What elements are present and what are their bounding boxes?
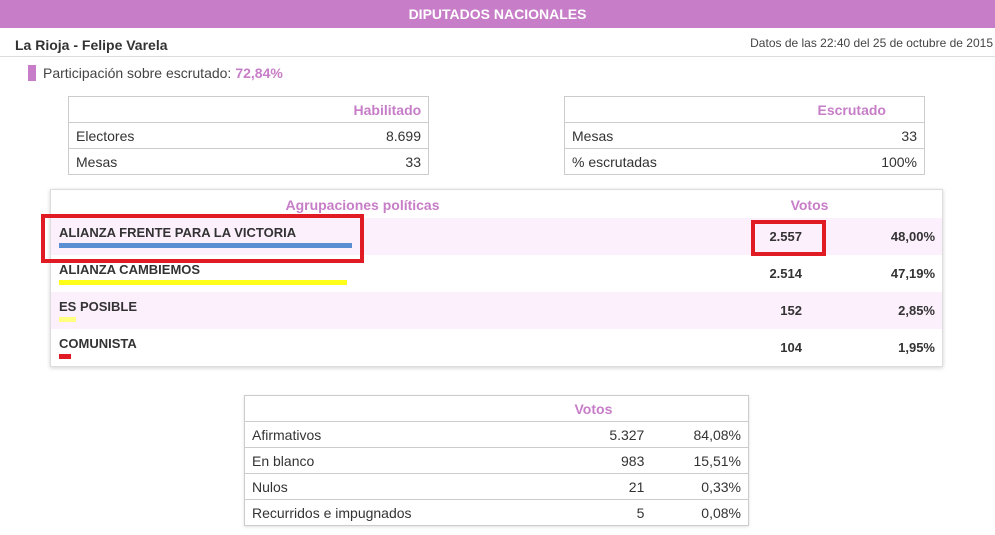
participation-marker bbox=[28, 65, 36, 81]
habilitado-header: Habilitado bbox=[353, 101, 422, 118]
party-share-bar bbox=[59, 280, 347, 285]
table-row: % escrutadas 100% bbox=[564, 148, 925, 175]
data-timestamp: Datos de las 22:40 del 25 de octubre de … bbox=[750, 36, 993, 50]
participation-label: Participación sobre escrutado: bbox=[43, 65, 232, 81]
party-share-bar bbox=[59, 317, 76, 322]
highlight-box-votes bbox=[751, 220, 826, 256]
table-row: En blanco 983 15,51% bbox=[244, 447, 749, 474]
escrutado-row-label: % escrutadas bbox=[564, 148, 780, 175]
highlight-box-party bbox=[41, 214, 364, 263]
party-votes: 104 bbox=[780, 340, 802, 355]
habilitado-header-blank bbox=[69, 97, 354, 123]
party-row: ES POSIBLE 152 2,85% bbox=[51, 292, 942, 329]
votos-row-votes: 5 bbox=[574, 499, 652, 526]
table-row: Nulos 21 0,33% bbox=[244, 473, 749, 500]
habilitado-row-label: Mesas bbox=[68, 148, 354, 175]
escrutado-row-label: Mesas bbox=[564, 122, 780, 149]
table-row: Mesas 33 bbox=[564, 122, 925, 149]
votos-row-percent: 0,33% bbox=[651, 473, 749, 500]
party-row: COMUNISTA 104 1,95% bbox=[51, 329, 942, 366]
escrutado-row-value: 100% bbox=[779, 148, 925, 175]
habilitado-table: Habilitado Electores 8.699 Mesas 33 bbox=[68, 96, 429, 175]
votos-row-percent: 0,08% bbox=[651, 499, 749, 526]
parties-header-votes: Votos bbox=[790, 197, 829, 213]
party-votes: 152 bbox=[780, 303, 802, 318]
participation-value: 72,84% bbox=[235, 65, 283, 81]
table-row: Electores 8.699 bbox=[68, 122, 429, 149]
votos-row-label: Recurridos e impugnados bbox=[244, 499, 575, 526]
location-title: La Rioja - Felipe Varela bbox=[15, 37, 168, 53]
table-row: Afirmativos 5.327 84,08% bbox=[244, 421, 749, 448]
votos-row-label: En blanco bbox=[244, 447, 575, 474]
party-percent: 2,85% bbox=[898, 303, 935, 318]
escrutado-header: Escrutado bbox=[817, 101, 886, 118]
votos-header-blank bbox=[245, 396, 575, 422]
habilitado-row-label: Electores bbox=[68, 122, 354, 149]
votos-table: Votos Afirmativos 5.327 84,08% En blanco… bbox=[244, 395, 749, 526]
escrutado-header-blank bbox=[565, 97, 780, 123]
party-name: ES POSIBLE bbox=[59, 299, 138, 314]
habilitado-row-value: 33 bbox=[353, 148, 429, 175]
participation-summary: Participación sobre escrutado: 72,84% bbox=[28, 65, 283, 81]
votos-row-votes: 5.327 bbox=[574, 421, 652, 448]
votos-row-label: Afirmativos bbox=[244, 421, 575, 448]
votos-row-percent: 15,51% bbox=[651, 447, 749, 474]
votos-header: Votos bbox=[574, 400, 613, 417]
section-title: DIPUTADOS NACIONALES bbox=[408, 6, 587, 22]
party-percent: 48,00% bbox=[890, 229, 935, 244]
escrutado-table: Escrutado Mesas 33 % escrutadas 100% bbox=[564, 96, 925, 175]
habilitado-row-value: 8.699 bbox=[353, 122, 429, 149]
party-name: ALIANZA CAMBIEMOS bbox=[59, 262, 201, 277]
table-row: Mesas 33 bbox=[68, 148, 429, 175]
party-percent: 1,95% bbox=[898, 340, 935, 355]
section-title-bar: DIPUTADOS NACIONALES bbox=[0, 0, 995, 28]
votos-row-votes: 983 bbox=[574, 447, 652, 474]
parties-header-name: Agrupaciones políticas bbox=[285, 197, 440, 213]
votos-row-label: Nulos bbox=[244, 473, 575, 500]
table-row: Recurridos e impugnados 5 0,08% bbox=[244, 499, 749, 526]
party-votes: 2.514 bbox=[769, 266, 802, 281]
votos-row-votes: 21 bbox=[574, 473, 652, 500]
votos-row-percent: 84,08% bbox=[651, 421, 749, 448]
party-percent: 47,19% bbox=[890, 266, 935, 281]
results-header: La Rioja - Felipe Varela Datos de las 22… bbox=[0, 28, 995, 57]
party-share-bar bbox=[59, 354, 71, 359]
escrutado-row-value: 33 bbox=[779, 122, 925, 149]
party-name: COMUNISTA bbox=[59, 336, 137, 351]
